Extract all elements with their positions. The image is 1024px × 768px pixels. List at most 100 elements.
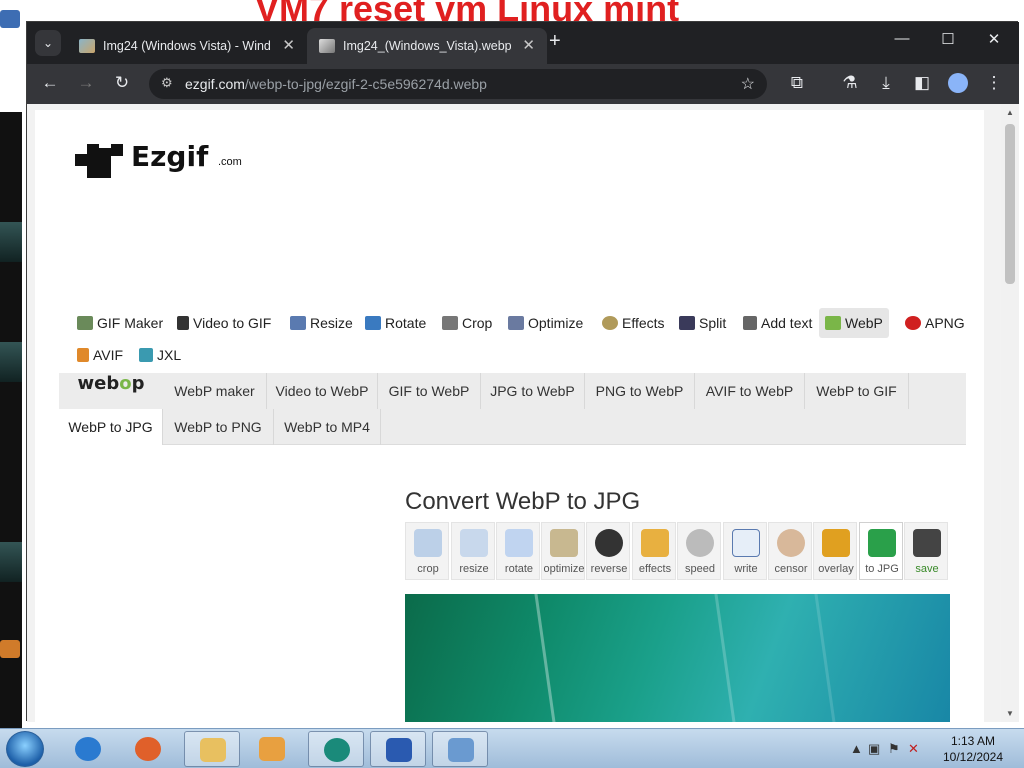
desktop-icon-fragment[interactable] — [0, 222, 22, 262]
tool-optimize[interactable]: optimize — [541, 522, 585, 580]
tool-reverse[interactable]: reverse — [586, 522, 630, 580]
reverse-icon — [595, 529, 623, 557]
crop-icon — [442, 316, 458, 330]
nav-effects[interactable]: Effects — [596, 308, 671, 338]
sub-jpg-to-webp[interactable]: JPG to WebP — [481, 373, 585, 409]
nav-video-to-gif[interactable]: Video to GIF — [171, 308, 277, 338]
nav-apng[interactable]: APNG — [899, 308, 971, 338]
flag-icon[interactable]: ⚑ — [888, 741, 900, 757]
network-icon[interactable]: ▣ — [868, 741, 880, 757]
tool-crop[interactable]: crop — [405, 522, 449, 580]
reload-button[interactable]: ↻ — [109, 73, 135, 93]
site-info-icon[interactable]: ⚙ — [161, 75, 173, 91]
tab-search-button[interactable]: ⌄ — [35, 30, 61, 56]
image-preview — [405, 594, 950, 722]
new-tab-button[interactable]: + — [549, 30, 561, 53]
taskbar-media[interactable] — [244, 731, 300, 767]
menu-icon[interactable]: ⋮ — [981, 73, 1007, 93]
logo-suffix: .com — [218, 156, 242, 168]
start-button[interactable] — [6, 731, 44, 767]
volume-muted-icon[interactable]: ✕ — [908, 741, 919, 757]
sub-webp-to-mp4[interactable]: WebP to MP4 — [274, 409, 381, 445]
tool-censor[interactable]: censor — [768, 522, 812, 580]
address-bar[interactable]: ⚙ ezgif.com/webp-to-jpg/ezgif-2-c5e59627… — [149, 69, 767, 99]
censor-icon — [777, 529, 805, 557]
scrollbar-thumb[interactable] — [1005, 124, 1015, 284]
forward-button[interactable]: → — [73, 73, 99, 93]
sub-png-to-webp[interactable]: PNG to WebP — [585, 373, 695, 409]
tool-save[interactable]: save — [904, 522, 948, 580]
nav-webp[interactable]: WebP — [819, 308, 889, 338]
taskbar-app[interactable] — [370, 731, 426, 767]
ezgif-logo-mark — [75, 144, 123, 178]
tool-effects[interactable]: effects — [632, 522, 676, 580]
show-hidden-icons[interactable]: ▲ — [850, 741, 863, 756]
nav-rotate[interactable]: Rotate — [359, 308, 432, 338]
nav-resize[interactable]: Resize — [284, 308, 359, 338]
profile-icon[interactable] — [945, 73, 971, 98]
split-icon — [679, 316, 695, 330]
tab-favicon — [79, 39, 95, 53]
minimize-button[interactable]: — — [887, 30, 917, 47]
rotate-icon — [365, 316, 381, 330]
nav-crop[interactable]: Crop — [436, 308, 498, 338]
desktop-icon-fragment[interactable] — [0, 542, 22, 582]
address-url[interactable]: ezgif.com/webp-to-jpg/ezgif-2-c5e596274d… — [185, 76, 487, 92]
taskbar-chrome[interactable] — [308, 731, 364, 767]
taskbar-clock[interactable]: 1:13 AM 10/12/2024 — [938, 733, 1008, 765]
desktop-icon-fragment[interactable] — [0, 342, 22, 382]
taskbar-firefox[interactable] — [120, 731, 176, 767]
sidepanel-icon[interactable]: ◧ — [909, 73, 935, 93]
close-tab-icon[interactable]: ✕ — [282, 36, 295, 54]
rotate-icon — [505, 529, 533, 557]
close-tab-icon[interactable]: ✕ — [522, 36, 535, 54]
nav-jxl[interactable]: JXL — [133, 340, 187, 370]
tool-resize[interactable]: resize — [451, 522, 495, 580]
scroll-down-icon[interactable]: ▼ — [1006, 709, 1014, 718]
folder-icon — [200, 738, 226, 762]
sub-webp-to-png[interactable]: WebP to PNG — [163, 409, 274, 445]
optimize-icon — [508, 316, 524, 330]
nav-split[interactable]: Split — [673, 308, 732, 338]
media-player-icon — [259, 737, 285, 761]
taskbar-explorer[interactable] — [184, 731, 240, 767]
close-window-button[interactable]: ✕ — [979, 30, 1009, 48]
taskbar-ie[interactable] — [60, 731, 116, 767]
sub-video-to-webp[interactable]: Video to WebP — [267, 373, 378, 409]
desktop-icon[interactable] — [0, 10, 20, 28]
tab-webp-image[interactable]: Img24_(Windows_Vista).webp ✕ — [307, 28, 547, 64]
sub-gif-to-webp[interactable]: GIF to WebP — [378, 373, 481, 409]
extensions-icon[interactable]: ⧉ — [784, 73, 810, 93]
tab-strip: ⌄ Img24 (Windows Vista) - Wind ✕ Img24_(… — [27, 22, 1019, 64]
maximize-button[interactable]: ☐ — [933, 30, 963, 48]
nav-gif-maker[interactable]: GIF Maker — [71, 308, 169, 338]
desktop-icon[interactable] — [0, 640, 20, 658]
download-icon[interactable]: ⤓ — [873, 73, 899, 93]
tool-speed[interactable]: speed — [677, 522, 721, 580]
ezgif-logo[interactable]: Ezgif .com — [75, 140, 255, 180]
page-scrollbar[interactable]: ▲ ▼ — [1001, 104, 1019, 722]
tool-to-jpg[interactable]: to JPG — [859, 522, 903, 580]
tab-img24-vista[interactable]: Img24 (Windows Vista) - Wind ✕ — [67, 28, 307, 64]
crop-icon — [414, 529, 442, 557]
back-button[interactable]: ← — [37, 73, 63, 93]
control-panel-icon — [448, 738, 474, 762]
sub-webp-maker[interactable]: WebP maker — [163, 373, 267, 409]
sub-webp-to-gif[interactable]: WebP to GIF — [805, 373, 909, 409]
internet-explorer-icon — [75, 737, 101, 761]
clock-date: 10/12/2024 — [942, 750, 1004, 764]
nav-avif[interactable]: AVIF — [71, 340, 129, 370]
nav-optimize[interactable]: Optimize — [502, 308, 589, 338]
url-path: /webp-to-jpg/ezgif-2-c5e596274d.webp — [244, 76, 487, 92]
scroll-up-icon[interactable]: ▲ — [1006, 108, 1014, 117]
nav-add-text[interactable]: Add text — [737, 308, 818, 338]
sub-avif-to-webp[interactable]: AVIF to WebP — [695, 373, 805, 409]
sub-webp-to-jpg[interactable]: WebP to JPG — [59, 409, 163, 445]
tool-rotate[interactable]: rotate — [496, 522, 540, 580]
tool-overlay[interactable]: overlay — [813, 522, 857, 580]
labs-icon[interactable]: ⚗ — [837, 73, 863, 93]
webp-logo: webop — [77, 373, 145, 394]
tool-write[interactable]: write — [723, 522, 767, 580]
bookmark-star-icon[interactable]: ☆ — [741, 74, 755, 94]
taskbar-control-panel[interactable] — [432, 731, 488, 767]
